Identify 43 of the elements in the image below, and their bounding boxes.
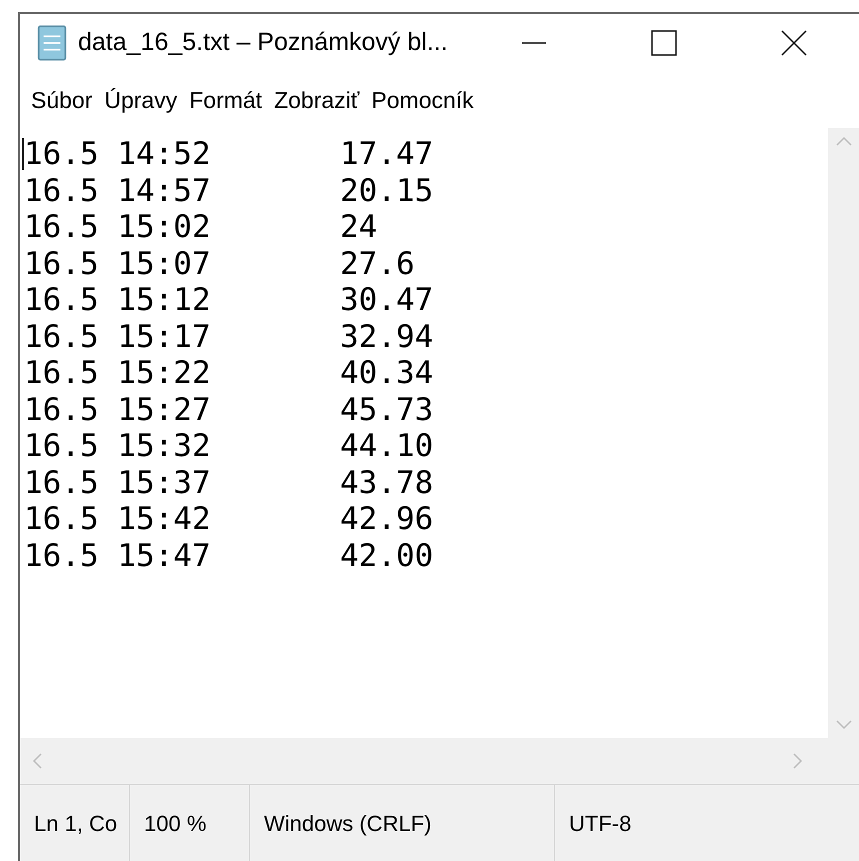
text-line: 45.73 [340,390,434,430]
text-line: 20.15 [340,172,434,210]
status-text: Ln 1, Co [34,810,118,838]
text-line: 16.5 15:32 [24,427,212,466]
menu-item[interactable]: Pomocník [366,82,479,118]
horizontal-scrollbar[interactable] [20,738,859,784]
text-line: 16.5 14:57 [24,172,212,210]
text-line: 30.47 [340,281,434,320]
scroll-left-icon [32,753,42,769]
text-line: 16.5 15:42 [24,500,212,539]
text-line: 44.10 [340,427,434,466]
text-line: 42.96 [340,500,434,539]
text-line: 24 [340,208,378,247]
text-line: 32.94 [340,318,434,356]
menu-item[interactable]: Formát [184,82,268,118]
text-line: 16.5 14:52 [24,135,212,174]
status-text: 100 % [144,810,206,838]
text-line: 16.5 15:47 [24,536,212,576]
text-line: 42.00 [340,536,434,576]
maximize-icon [651,30,677,56]
text-line: 40.34 [340,354,434,393]
vertical-scrollbar[interactable] [828,128,859,738]
text-line: 16.5 15:12 [24,281,212,320]
menu-item[interactable]: Súbor [26,82,98,118]
scroll-right-icon [793,753,803,769]
text-line: 43.78 [340,464,434,502]
text-line: 16.5 15:22 [24,354,212,393]
text-line: 17.47 [340,135,434,174]
scroll-up-icon [836,136,852,146]
text-line: 16.5 15:17 [24,318,212,356]
text-line: 27.6 [340,244,415,284]
text-line: 16.5 15:07 [24,244,212,284]
text-line: 16.5 15:02 [24,208,212,247]
status-text: Windows (CRLF) [264,810,432,838]
status-text: UTF-8 [569,810,632,838]
menu-item[interactable]: Úpravy [99,82,182,118]
close-icon [781,30,807,56]
text-line: 16.5 15:27 [24,390,212,430]
text-line: 16.5 15:37 [24,464,212,502]
minimize-icon [522,42,546,44]
scroll-down-icon [836,720,852,730]
window-title: data_16_5.txt – Poznámkový bl... [78,27,448,58]
menu-item[interactable]: Zobraziť [269,82,364,118]
